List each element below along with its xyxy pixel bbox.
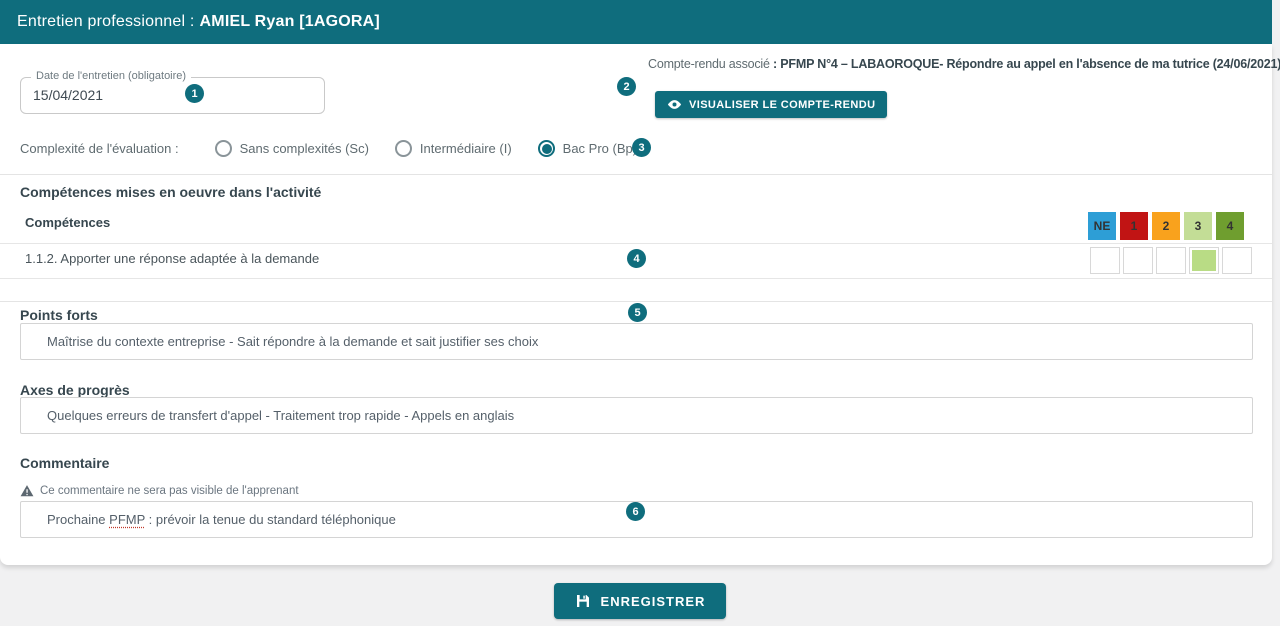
radio-option-sans-complexites[interactable]: Sans complexités (Sc) xyxy=(215,140,369,157)
evaluation-form: Date de l'entretien (obligatoire) 15/04/… xyxy=(0,44,1272,565)
scale-box-3: 3 xyxy=(1184,212,1212,240)
comment-warning: Ce commentaire ne sera pas visible de l'… xyxy=(20,484,299,498)
competencies-section-title: Compétences mises en oeuvre dans l'activ… xyxy=(20,184,321,200)
progress-input[interactable]: Quelques erreurs de transfert d'appel - … xyxy=(20,397,1253,434)
scale-box-1: 1 xyxy=(1120,212,1148,240)
interview-date-field[interactable]: Date de l'entretien (obligatoire) 15/04/… xyxy=(20,77,325,114)
radio-label: Sans complexités (Sc) xyxy=(240,141,369,156)
annotation-badge-5: 5 xyxy=(628,303,647,322)
radio-icon-selected[interactable] xyxy=(538,140,555,157)
save-button-label: ENREGISTRER xyxy=(601,594,706,609)
score-cell-ne[interactable] xyxy=(1090,247,1120,274)
radio-option-bac-pro[interactable]: Bac Pro (Bp) xyxy=(538,140,637,157)
comment-warning-text: Ce commentaire ne sera pas visible de l'… xyxy=(40,485,299,497)
score-cell-1[interactable] xyxy=(1123,247,1153,274)
save-icon xyxy=(575,593,591,609)
interview-date-label: Date de l'entretien (obligatoire) xyxy=(31,70,191,82)
interview-date-value[interactable]: 15/04/2021 xyxy=(21,78,324,112)
score-cell-4[interactable] xyxy=(1222,247,1252,274)
eye-icon xyxy=(667,97,682,112)
comment-title: Commentaire xyxy=(20,455,109,471)
view-report-button[interactable]: VISUALISER LE COMPTE-RENDU xyxy=(655,91,887,118)
view-report-label: VISUALISER LE COMPTE-RENDU xyxy=(689,99,875,111)
rating-scale-header: NE 1 2 3 4 xyxy=(1088,212,1244,240)
associated-report-line: Compte-rendu associé : PFMP N°4 – LABAOR… xyxy=(648,57,1248,71)
associated-report-value: : PFMP N°4 – LABAOROQUE- Répondre au app… xyxy=(773,57,1280,71)
score-cell-3-selected[interactable] xyxy=(1189,247,1219,274)
annotation-badge-1: 1 xyxy=(185,84,204,103)
annotation-badge-4: 4 xyxy=(627,249,646,268)
student-name: AMIEL Ryan [1AGORA] xyxy=(200,13,380,31)
radio-icon[interactable] xyxy=(395,140,412,157)
app-header: Entretien professionnel : AMIEL Ryan [1A… xyxy=(0,0,1272,44)
footer: ENREGISTRER xyxy=(0,565,1280,626)
strengths-input[interactable]: Maîtrise du contexte entreprise - Sait r… xyxy=(20,323,1253,360)
score-cell-2[interactable] xyxy=(1156,247,1186,274)
scale-box-2: 2 xyxy=(1152,212,1180,240)
warning-icon xyxy=(20,484,34,498)
radio-label: Bac Pro (Bp) xyxy=(563,141,637,156)
competency-score-cells xyxy=(1090,247,1252,274)
competency-label: 1.1.2. Apporter une réponse adaptée à la… xyxy=(25,251,319,266)
scale-box-4: 4 xyxy=(1216,212,1244,240)
comment-text: Prochaine xyxy=(47,512,109,527)
competencies-column-header: Compétences xyxy=(25,215,110,230)
strengths-title: Points forts xyxy=(20,307,98,323)
save-button[interactable]: ENREGISTRER xyxy=(554,583,727,619)
associated-report-label: Compte-rendu associé xyxy=(648,57,770,71)
annotation-badge-3: 3 xyxy=(632,138,651,157)
page-title: Entretien professionnel : xyxy=(17,13,195,31)
section-divider xyxy=(0,301,1272,302)
radio-icon[interactable] xyxy=(215,140,232,157)
radio-label: Intermédiaire (I) xyxy=(420,141,512,156)
annotation-badge-6: 6 xyxy=(626,502,645,521)
section-divider xyxy=(0,174,1272,175)
comment-text-spellcheck: PFMP xyxy=(109,512,145,527)
scale-box-ne: NE xyxy=(1088,212,1116,240)
radio-option-intermediaire[interactable]: Intermédiaire (I) xyxy=(395,140,512,157)
complexity-label: Complexité de l'évaluation : xyxy=(20,141,179,156)
annotation-badge-2: 2 xyxy=(617,77,636,96)
complexity-radio-group: Complexité de l'évaluation : Sans comple… xyxy=(20,135,663,161)
comment-text: : prévoir la tenue du standard téléphoni… xyxy=(145,512,396,527)
progress-title: Axes de progrès xyxy=(20,382,130,398)
